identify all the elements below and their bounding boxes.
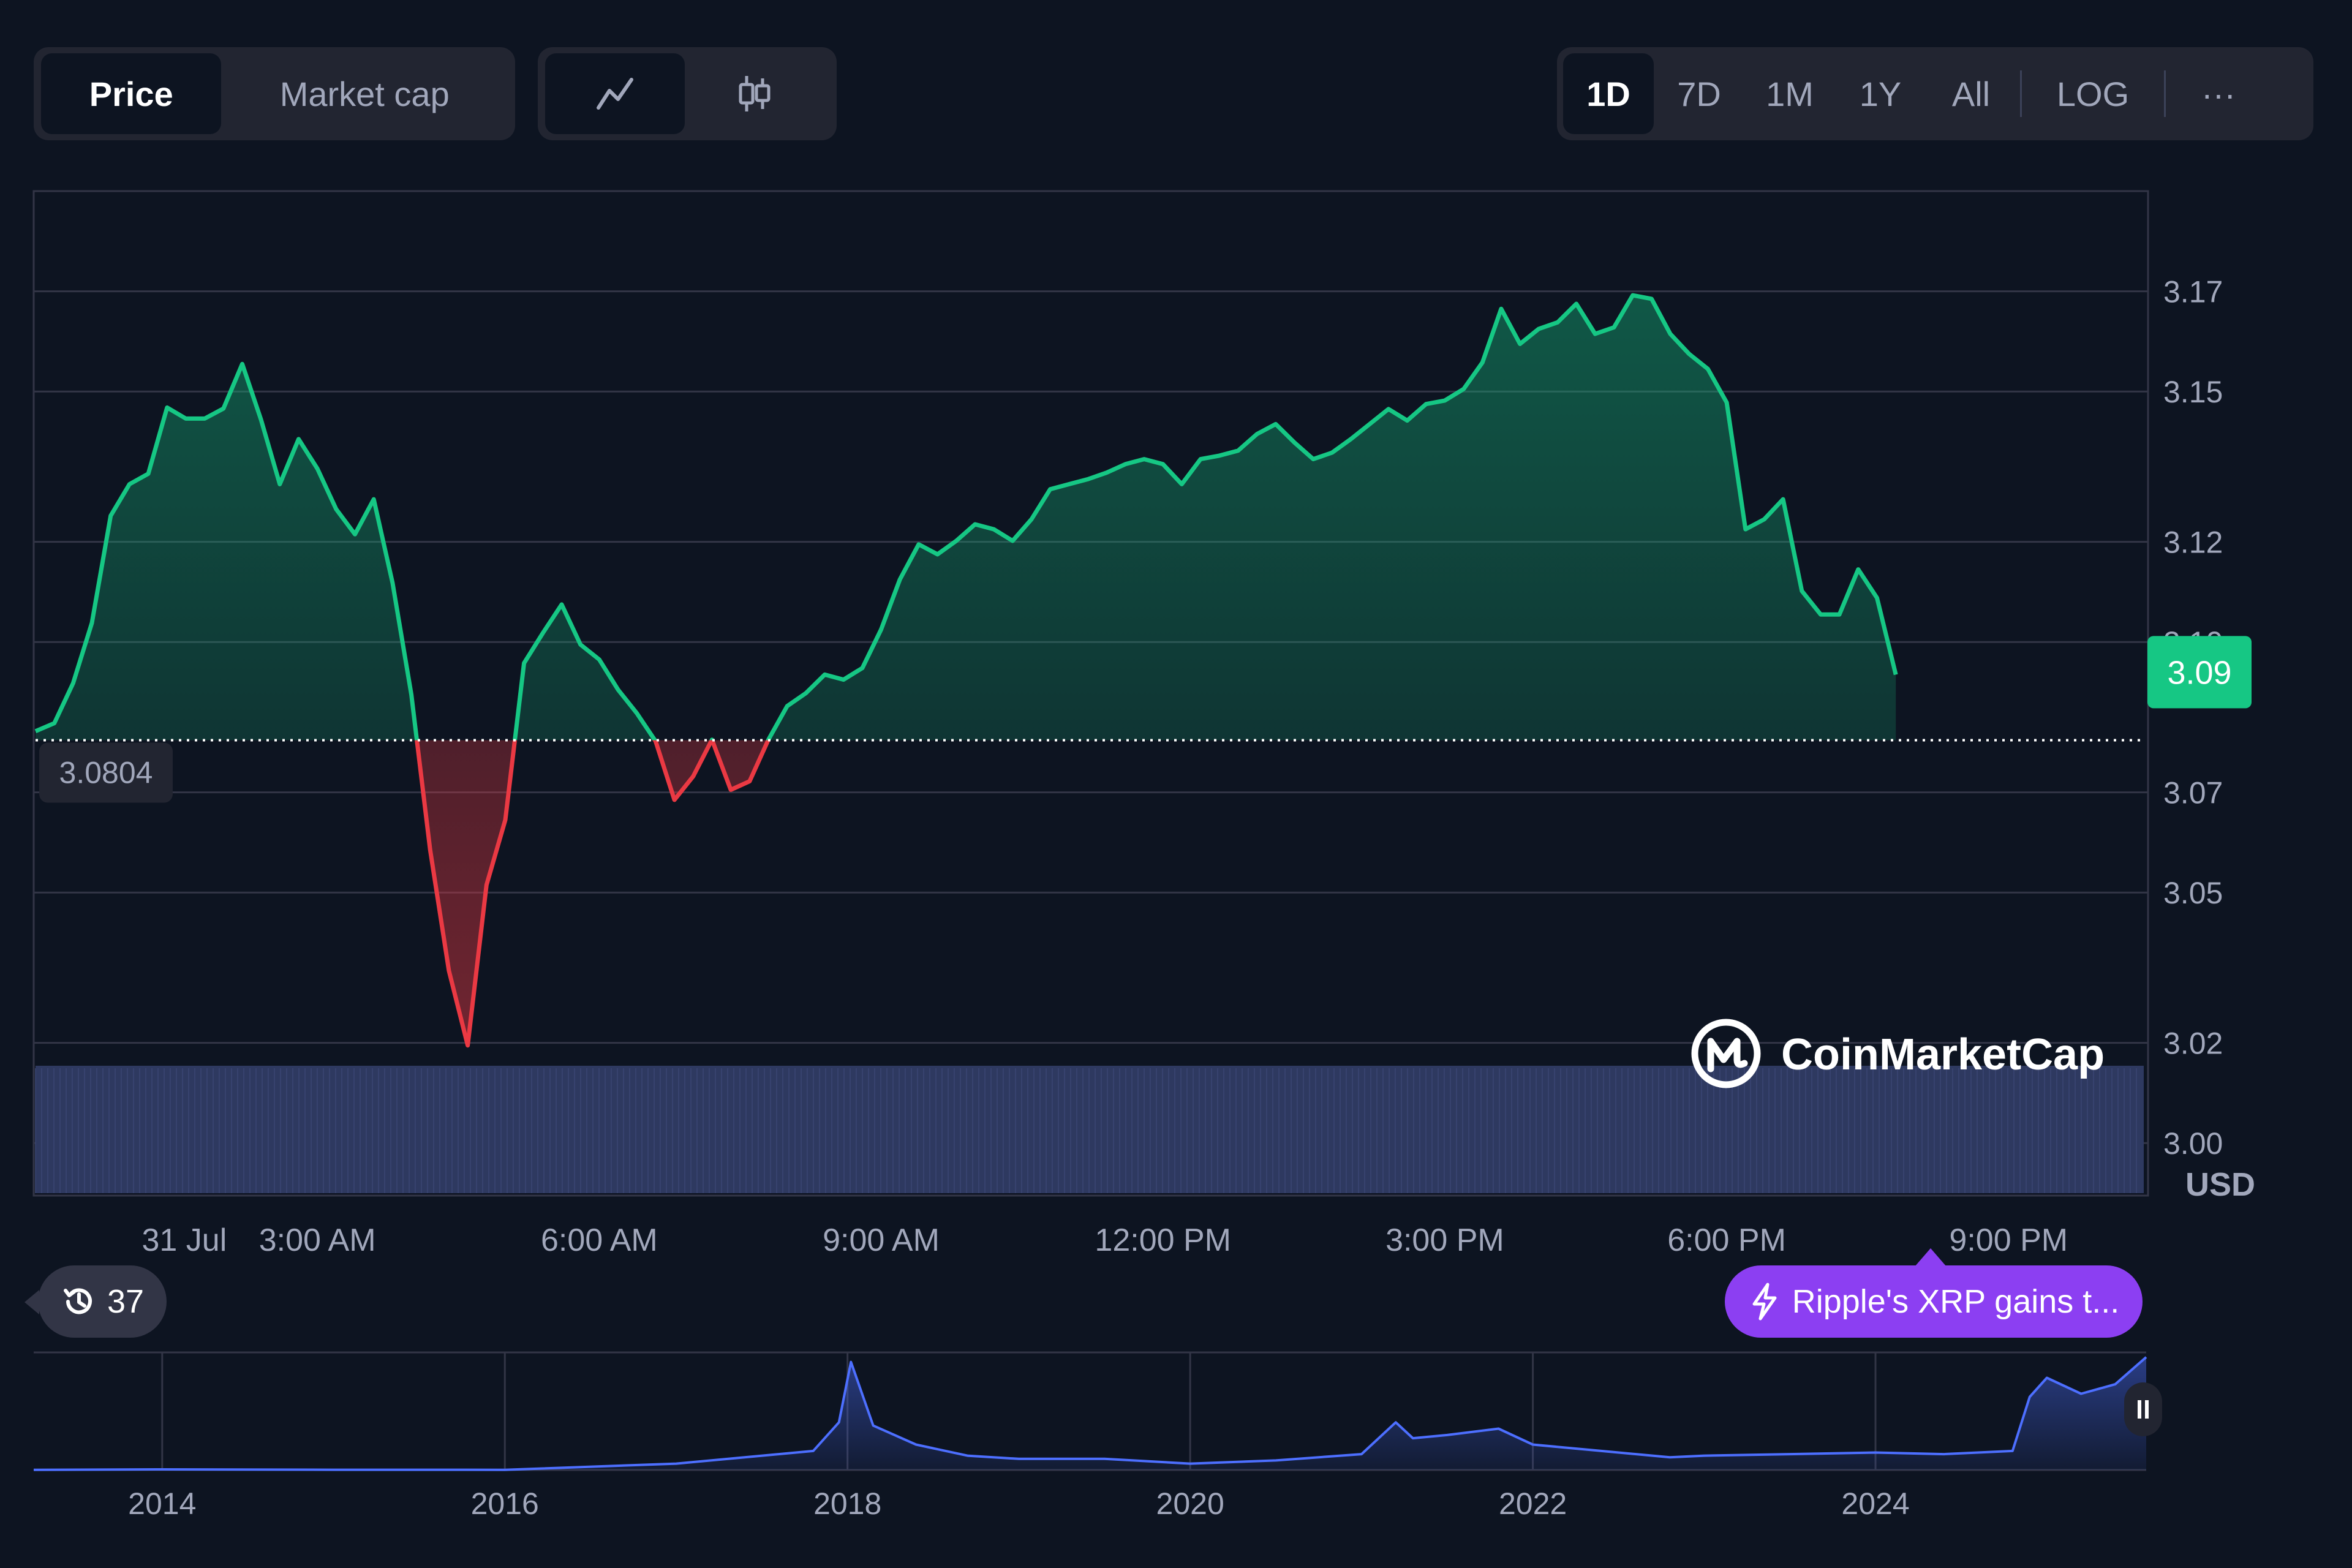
y-tick-label: 3.17 — [2163, 275, 2223, 309]
price-area — [36, 295, 1896, 1046]
x-tick-label: 3:00 AM — [259, 1223, 376, 1258]
overview-pause-button[interactable] — [2124, 1382, 2162, 1436]
overview-x-tick-label: 2018 — [813, 1487, 881, 1521]
y-tick-label: 3.12 — [2163, 526, 2223, 560]
current-price: 3.09 — [2167, 654, 2231, 691]
y-tick-label: 3.05 — [2163, 876, 2223, 910]
overview-x-tick-label: 2024 — [1841, 1487, 1909, 1521]
x-tick-label: 6:00 AM — [541, 1223, 658, 1258]
overview-x-tick-label: 2020 — [1156, 1487, 1224, 1521]
volume-area — [36, 1066, 2144, 1193]
chart-page: Price Market cap 1D 7D 1M 1Y All LOG ··· — [0, 0, 2352, 1568]
current-price-tag: 3.09 — [2147, 636, 2252, 709]
x-tick-label: 3:00 PM — [1385, 1223, 1504, 1258]
y-axis: 3.173.153.123.103.073.053.023.00 — [2163, 275, 2223, 1161]
overview-line — [33, 1356, 2147, 1471]
x-tick-label: 6:00 PM — [1667, 1223, 1786, 1258]
history-count: 37 — [107, 1283, 145, 1320]
x-tick-label: 9:00 PM — [1949, 1223, 2068, 1258]
overview-x-axis: 2014 2016 2018 2020 2022 2024 — [128, 1487, 1909, 1521]
baseline-value: 3.0804 — [59, 756, 153, 790]
x-tick-label: 9:00 AM — [823, 1223, 940, 1258]
baseline-label: 3.0804 — [39, 742, 173, 803]
y-tick-label: 3.15 — [2163, 375, 2223, 409]
volume-bars — [35, 1066, 2144, 1193]
history-icon — [63, 1288, 92, 1314]
overview-x-tick-label: 2014 — [128, 1487, 196, 1521]
x-axis: 31 Jul 3:00 AM 6:00 AM 9:00 AM 12:00 PM 3:00 … — [141, 1223, 2068, 1258]
overview-x-tick-label: 2022 — [1499, 1487, 1567, 1521]
overview-chart[interactable] — [33, 1351, 2147, 1471]
history-badge[interactable]: 37 — [24, 1265, 167, 1338]
news-headline: Ripple's XRP gains t... — [1792, 1283, 2120, 1320]
y-tick-label: 3.00 — [2163, 1126, 2223, 1161]
news-pill[interactable]: Ripple's XRP gains t... — [1725, 1248, 2143, 1338]
area-above-open — [36, 295, 1896, 741]
currency-unit: USD — [2185, 1166, 2255, 1203]
y-tick-label: 3.07 — [2163, 776, 2223, 810]
y-tick-label: 3.02 — [2163, 1027, 2223, 1061]
watermark-text: CoinMarketCap — [1781, 1030, 2105, 1079]
x-tick-label: 31 Jul — [141, 1223, 227, 1258]
overview-x-tick-label: 2016 — [471, 1487, 539, 1521]
x-tick-label: 12:00 PM — [1095, 1223, 1231, 1258]
lightning-icon — [1752, 1283, 1777, 1321]
